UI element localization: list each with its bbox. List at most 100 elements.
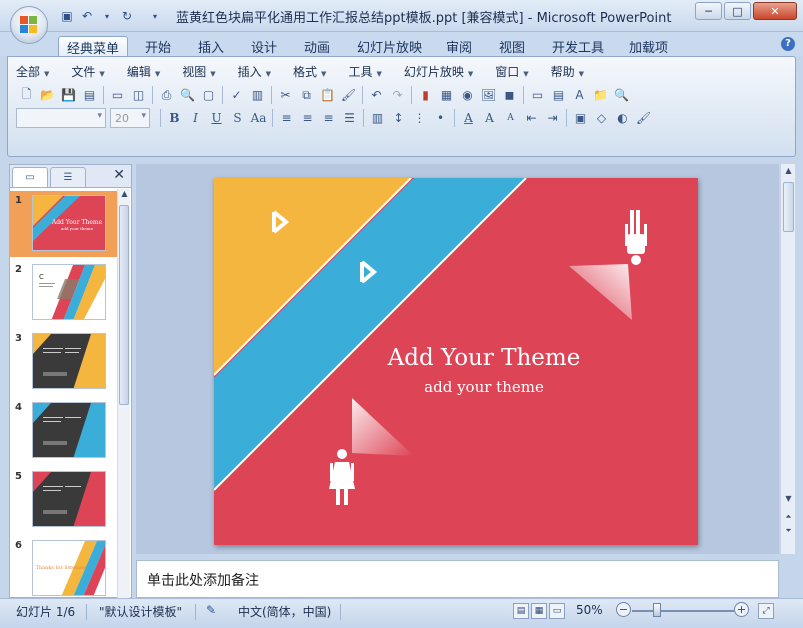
zoom-level[interactable]: 50% (576, 603, 603, 617)
align-center-icon[interactable]: ≡ (297, 108, 318, 128)
close-button[interactable]: ✕ (753, 2, 797, 20)
undo-icon[interactable]: ↶ (366, 85, 387, 105)
italic-button[interactable]: I (185, 108, 206, 128)
chevron-down-icon[interactable]: ▾ (98, 7, 116, 25)
arrange-icon[interactable]: ▣ (570, 108, 591, 128)
print-preview-icon[interactable]: ▭ (107, 85, 128, 105)
font-color-button[interactable]: A (458, 108, 479, 128)
normal-view-icon[interactable]: ▤ (513, 603, 529, 619)
research-icon[interactable]: ◫ (128, 85, 149, 105)
shadow-button[interactable]: S (227, 108, 248, 128)
research-book-icon[interactable]: ▥ (247, 85, 268, 105)
theme-name[interactable]: "默认设计模板" (99, 603, 182, 620)
scrollbar-thumb[interactable] (119, 205, 129, 405)
slide-thumbnail-2[interactable]: 2 C (10, 260, 117, 326)
tab-developer[interactable]: 开发工具 (544, 36, 612, 56)
preview-icon[interactable]: 🔍 (177, 85, 198, 105)
zoom-slider[interactable] (632, 610, 734, 612)
spelling-icon[interactable]: ✓ (226, 85, 247, 105)
cut-icon[interactable]: ✂ (275, 85, 296, 105)
line-spacing-icon[interactable]: ↕ (388, 108, 409, 128)
slideshow-view-icon[interactable]: ▭ (549, 603, 565, 619)
fit-to-window-icon[interactable]: ⤢ (758, 603, 774, 619)
shapes-icon[interactable]: ◇ (591, 108, 612, 128)
slide-thumbnail-4[interactable]: 4 (10, 398, 117, 464)
tab-view[interactable]: 视图 (491, 36, 533, 56)
thumbnail-scrollbar[interactable]: ▲ (117, 189, 130, 598)
tab-classic-menu[interactable]: 经典菜单 (58, 36, 129, 57)
table-icon[interactable]: ▦ (436, 85, 457, 105)
menu-window[interactable]: 窗口 ▼ (495, 63, 528, 81)
tab-outline[interactable]: ☰ (50, 167, 86, 187)
shape-fill-icon[interactable]: 🖌 (633, 108, 654, 128)
copy-icon[interactable]: ⧉ (296, 85, 317, 105)
bold-button[interactable]: B (164, 108, 185, 128)
open-folder-icon[interactable]: 📂 (37, 85, 58, 105)
print-icon[interactable]: ⎙ (156, 85, 177, 105)
menu-view[interactable]: 视图 ▼ (182, 63, 215, 81)
slide-canvas[interactable]: Add Your Theme add your theme (214, 178, 698, 545)
tab-home[interactable]: 开始 (137, 36, 179, 56)
tab-design[interactable]: 设计 (243, 36, 285, 56)
scrollbar-thumb[interactable] (783, 182, 794, 232)
picture-icon[interactable]: 🖼 (478, 85, 499, 105)
minimize-button[interactable]: ─ (695, 2, 722, 20)
increase-indent-icon[interactable]: ⇥ (542, 108, 563, 128)
change-case-button[interactable]: Aa (248, 108, 269, 128)
new-slide-icon[interactable]: ▭ (527, 85, 548, 105)
slide-thumbnail-1[interactable]: 1 Add Your Theme add your theme (10, 191, 117, 257)
tab-review[interactable]: 审阅 (438, 36, 480, 56)
menu-all[interactable]: 全部 ▼ (16, 63, 49, 81)
slide-view-icon[interactable]: ▢ (198, 85, 219, 105)
zoom-icon[interactable]: 🔍 (611, 85, 632, 105)
permission-icon[interactable]: ▤ (79, 85, 100, 105)
justify-icon[interactable]: ☰ (339, 108, 360, 128)
save-icon[interactable]: 💾 (58, 85, 79, 105)
font-name-combo[interactable] (16, 108, 106, 128)
quick-styles-icon[interactable]: ◐ (612, 108, 633, 128)
menu-help[interactable]: 帮助 ▼ (551, 63, 584, 81)
zoom-out-icon[interactable]: − (616, 602, 631, 617)
help-icon[interactable]: ? (781, 37, 795, 51)
spell-check-icon[interactable]: ✎ (206, 603, 216, 617)
undo-icon[interactable]: ↶ (78, 7, 96, 25)
slide-thumbnail-6[interactable]: 6 Thanks for listening (10, 536, 117, 598)
slide-sorter-icon[interactable]: ▦ (531, 603, 547, 619)
format-painter-icon[interactable]: 🖌 (338, 85, 359, 105)
maximize-button[interactable]: □ (724, 2, 751, 20)
tab-addins[interactable]: 加载项 (621, 36, 676, 56)
scroll-up-icon[interactable]: ▲ (118, 189, 131, 198)
close-pane-icon[interactable]: ✕ (113, 167, 125, 183)
next-slide-icon[interactable]: ⏷ (781, 526, 796, 536)
tab-animation[interactable]: 动画 (296, 36, 338, 56)
previous-slide-icon[interactable]: ⏶ (781, 512, 796, 522)
save-icon[interactable]: ▣ (58, 7, 76, 25)
layout-icon[interactable]: ▤ (548, 85, 569, 105)
folder-icon[interactable]: 📁 (590, 85, 611, 105)
text-box-icon[interactable]: A (569, 85, 590, 105)
menu-edit[interactable]: 编辑 ▼ (127, 63, 160, 81)
columns-icon[interactable]: ▥ (367, 108, 388, 128)
tab-slides[interactable]: ▭ (12, 167, 48, 187)
align-right-icon[interactable]: ≡ (318, 108, 339, 128)
customize-qat-icon[interactable]: ▾ (146, 7, 164, 25)
align-left-icon[interactable]: ≡ (276, 108, 297, 128)
zoom-slider-knob[interactable] (653, 603, 661, 617)
menu-tools[interactable]: 工具 ▼ (348, 63, 381, 81)
numbering-icon[interactable]: ⋮ (409, 108, 430, 128)
slide-scrollbar[interactable]: ▲ ▼ ⏶ ⏷ (780, 164, 795, 554)
color-grayscale-icon[interactable]: ◼ (499, 85, 520, 105)
menu-insert[interactable]: 插入 ▼ (238, 63, 271, 81)
shrink-font-button[interactable]: A (500, 108, 521, 128)
redo-icon[interactable]: ↻ (118, 7, 136, 25)
new-file-icon[interactable]: 🗋 (16, 85, 37, 105)
language-indicator[interactable]: 中文(简体，中国) (238, 603, 331, 620)
bullets-icon[interactable]: • (430, 108, 451, 128)
scroll-down-icon[interactable]: ▼ (781, 494, 796, 503)
slide-subtitle[interactable]: add your theme (214, 378, 698, 396)
menu-file[interactable]: 文件 ▼ (71, 63, 104, 81)
clipart-icon[interactable]: ◉ (457, 85, 478, 105)
office-button[interactable] (10, 6, 48, 44)
decrease-indent-icon[interactable]: ⇤ (521, 108, 542, 128)
slide-thumbnail-3[interactable]: 3 (10, 329, 117, 395)
